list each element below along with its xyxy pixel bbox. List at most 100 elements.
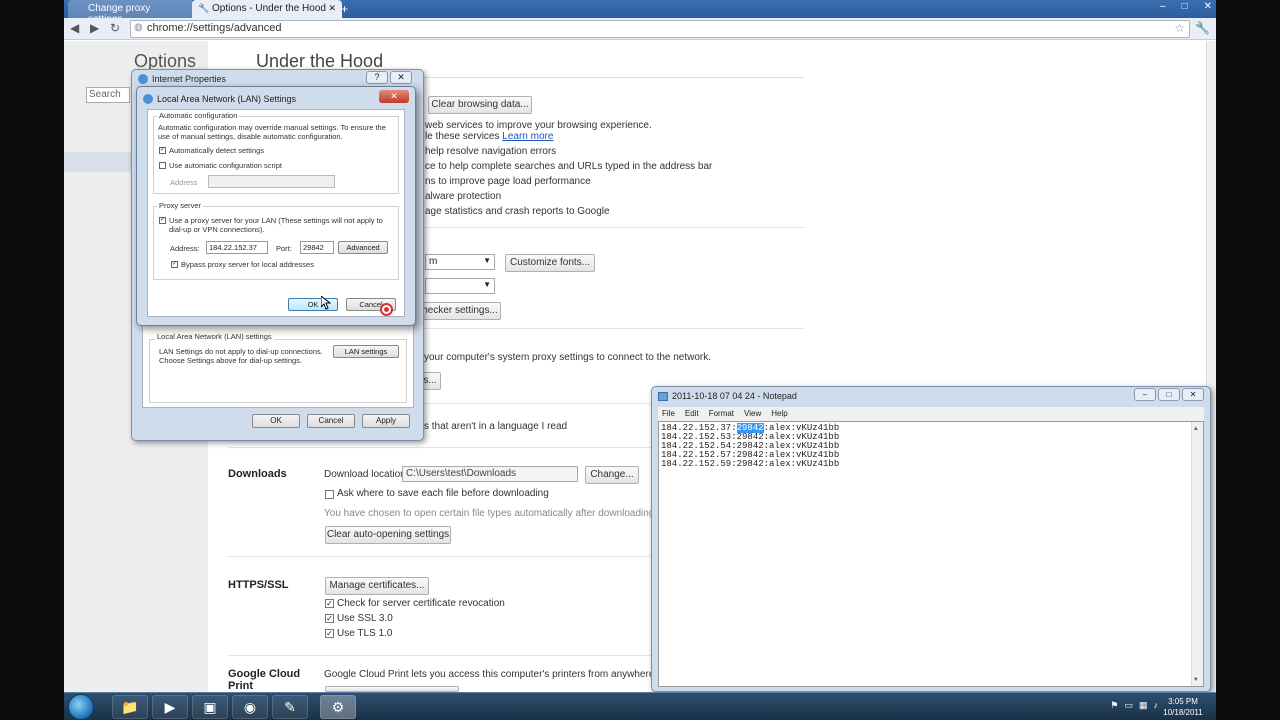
forward-arrow-icon[interactable]: ▶ [90, 21, 99, 35]
pillarbox-right [1216, 0, 1280, 720]
windows-taskbar: 📁 ▶ ▣ ◉ ✎ ⚙ ⚑ ▭ ▦ ♪ 3:05 PM 10/18/2011 [64, 692, 1216, 720]
help-icon[interactable]: ? [366, 71, 388, 84]
pillarbox-left [0, 0, 64, 720]
dialog-title: Local Area Network (LAN) Settings [157, 94, 297, 104]
spellchecker-settings-button[interactable]: hecker settings... [419, 302, 501, 320]
cancel-button[interactable]: Cancel [307, 414, 355, 428]
menu-help[interactable]: Help [771, 409, 787, 419]
network-icon[interactable]: ▦ [1139, 700, 1148, 711]
nav-item-under-the-hood[interactable] [64, 152, 134, 172]
tls1-label: Use TLS 1.0 [337, 628, 393, 639]
use-proxy-checkbox[interactable]: ✓ [159, 217, 166, 224]
downloads-heading: Downloads [228, 468, 287, 480]
wrench-menu-icon[interactable]: 🔧 [1195, 21, 1210, 35]
taskbar-clock[interactable]: 3:05 PM 10/18/2011 [1158, 696, 1208, 718]
chrome-taskbar-icon[interactable]: ◉ [232, 695, 268, 719]
privacy-line: help resolve navigation errors [425, 146, 557, 157]
ask-download-checkbox[interactable] [325, 490, 334, 499]
text-line: 184.22.152.59:29842:alex:vKUz41bb [661, 459, 840, 469]
notepad-scrollbar[interactable]: ▲ ▼ [1191, 422, 1203, 686]
tls1-checkbox[interactable]: ✓ [325, 629, 334, 638]
explorer-taskbar-icon[interactable]: 📁 [112, 695, 148, 719]
proxy-port-input[interactable]: 29842 [300, 241, 334, 254]
script-address-input[interactable] [208, 175, 335, 188]
lan-dialog-body: Automatic configuration Automatic config… [147, 109, 405, 317]
script-address-label: Address [170, 178, 198, 187]
ok-button[interactable]: OK [252, 414, 300, 428]
media-player-taskbar-icon[interactable]: ▶ [152, 695, 188, 719]
ask-download-label: Ask where to save each file before downl… [337, 488, 549, 499]
window-controls: – □ ✕ [1160, 1, 1212, 12]
clear-browsing-data-button[interactable]: Clear browsing data... [428, 96, 532, 114]
notepad-icon [658, 392, 668, 401]
new-tab-button[interactable]: + [341, 2, 348, 16]
internet-options-icon [138, 74, 148, 84]
page-zoom-select[interactable]: ▼ [425, 278, 495, 294]
use-script-checkbox[interactable] [159, 162, 166, 169]
https-heading: HTTPS/SSL [228, 579, 289, 591]
proxy-address-input[interactable]: 184.22.152.37 [206, 241, 268, 254]
ssl3-checkbox[interactable]: ✓ [325, 614, 334, 623]
settings-search-input[interactable]: Search o [86, 87, 130, 103]
back-arrow-icon[interactable]: ◀ [70, 21, 79, 35]
notepad-text-area[interactable]: 184.22.152.37:29842:alex:vKUz41bb 184.22… [658, 421, 1204, 687]
bypass-local-checkbox[interactable]: ✓ [171, 261, 178, 268]
network-proxy-text: your computer's system proxy settings to… [424, 352, 712, 363]
tab-options[interactable]: 🔧 Options - Under the Hood ✕ [192, 0, 342, 18]
menu-format[interactable]: Format [709, 409, 734, 419]
menu-edit[interactable]: Edit [685, 409, 699, 419]
bypass-local-label: Bypass proxy server for local addresses [181, 260, 314, 269]
app-taskbar-icon[interactable]: ▣ [192, 695, 228, 719]
close-tab-icon[interactable]: ✕ [328, 3, 336, 14]
start-button[interactable] [68, 694, 94, 720]
change-download-location-button[interactable]: Change... [585, 466, 639, 484]
notepad-window: 2011-10-18 07 04 24 - Notepad – □ ✕ File… [651, 386, 1211, 692]
clock-date: 10/18/2011 [1163, 708, 1203, 717]
reload-icon[interactable]: ↻ [110, 21, 120, 35]
notepad-title: 2011-10-18 07 04 24 - Notepad [672, 391, 797, 401]
menu-file[interactable]: File [662, 409, 675, 419]
privacy-line: ce to help complete searches and URLs ty… [425, 161, 713, 172]
apply-button[interactable]: Apply [362, 414, 410, 428]
menu-view[interactable]: View [744, 409, 761, 419]
star-icon[interactable]: ☆ [1174, 21, 1185, 35]
customize-fonts-button[interactable]: Customize fonts... [505, 254, 595, 272]
auto-detect-label: Automatically detect settings [169, 146, 265, 155]
close-icon[interactable]: ✕ [1204, 1, 1212, 12]
address-text: chrome://settings/advanced [147, 22, 282, 34]
close-icon[interactable]: ✕ [390, 71, 412, 84]
minimize-icon[interactable]: – [1134, 388, 1156, 401]
maximize-icon[interactable]: □ [1182, 1, 1188, 12]
auto-detect-checkbox[interactable]: ✓ [159, 147, 166, 154]
font-size-select[interactable]: m ▼ [425, 254, 495, 270]
minimize-icon[interactable]: – [1160, 1, 1166, 12]
manage-certificates-button[interactable]: Manage certificates... [325, 577, 429, 595]
flag-icon[interactable]: ⚑ [1110, 700, 1118, 711]
translate-text: s that aren't in a language I read [424, 421, 568, 432]
close-icon[interactable]: ✕ [379, 90, 409, 103]
cert-revocation-checkbox[interactable]: ✓ [325, 599, 334, 608]
proxy-server-label: Proxy server [157, 201, 204, 210]
wrench-icon: 🔧 [198, 3, 210, 13]
clear-auto-opening-button[interactable]: Clear auto-opening settings [325, 526, 451, 544]
display-icon[interactable]: ▭ [1124, 700, 1133, 711]
privacy-line: ns to improve page load performance [425, 176, 591, 187]
address-bar[interactable]: ◍ chrome://settings/advanced ☆ [130, 20, 1190, 38]
scroll-down-icon[interactable]: ▼ [1194, 675, 1198, 684]
cloud-print-text: Google Cloud Print lets you access this … [324, 669, 691, 680]
clock-time: 3:05 PM [1168, 697, 1198, 706]
lan-settings-button[interactable]: LAN settings [333, 345, 399, 358]
maximize-icon[interactable]: □ [1158, 388, 1180, 401]
close-icon[interactable]: ✕ [1182, 388, 1204, 401]
notepad-taskbar-icon[interactable]: ✎ [272, 695, 308, 719]
cert-revocation-label: Check for server certificate revocation [337, 598, 505, 609]
learn-more-link[interactable]: Learn more [502, 131, 553, 142]
tab-proxy-settings[interactable]: Change proxy settings [68, 0, 194, 25]
scroll-up-icon[interactable]: ▲ [1194, 424, 1198, 433]
use-proxy-label: Use a proxy server for your LAN (These s… [169, 216, 383, 234]
advanced-proxy-button[interactable]: Advanced [338, 241, 388, 254]
privacy-line: web services to improve your browsing ex… [425, 120, 652, 131]
browser-toolbar: ◀ ▶ ↻ ◍ chrome://settings/advanced ☆ 🔧 [64, 18, 1216, 40]
internet-properties-taskbar-icon[interactable]: ⚙ [320, 695, 356, 719]
system-tray: ⚑ ▭ ▦ ♪ [1110, 700, 1158, 711]
